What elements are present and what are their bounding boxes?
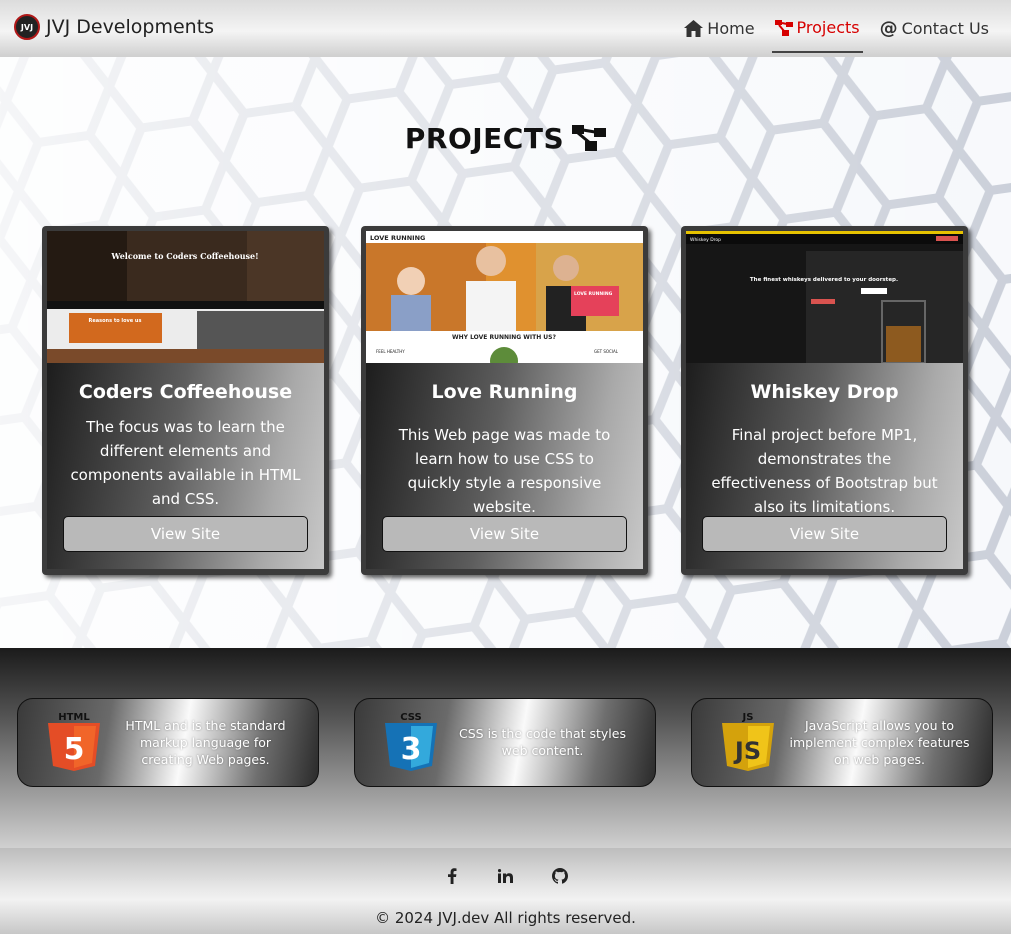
svg-text:WHY LOVE RUNNING WITH US?: WHY LOVE RUNNING WITH US? xyxy=(452,334,557,341)
card-body: Whiskey Drop Final project before MP1, d… xyxy=(686,363,963,569)
footer: © 2024 JVJ.dev All rights reserved. xyxy=(0,848,1011,934)
page-title-text: PROJECTS xyxy=(404,121,565,155)
svg-text:GET SOCIAL: GET SOCIAL xyxy=(594,349,619,354)
card-description: This Web page was made to learn how to u… xyxy=(398,426,611,516)
sitemap-icon xyxy=(572,125,607,151)
brand[interactable]: JVJ JVJ Developments xyxy=(14,14,214,40)
javascript-icon: JS JS xyxy=(722,712,774,771)
tech-description: HTML and is the standard markup language… xyxy=(125,718,286,767)
view-site-button[interactable]: View Site xyxy=(63,516,308,552)
html5-icon: HTML 5 xyxy=(48,712,100,771)
home-icon xyxy=(684,20,704,37)
at-icon: @ xyxy=(879,18,898,39)
tech-description: JavaScript allows you to implement compl… xyxy=(789,718,970,767)
nav-projects[interactable]: Projects xyxy=(771,5,863,53)
nav-menu: Home Projects @ Contact Us xyxy=(667,0,992,57)
card-description: The focus was to learn the different ele… xyxy=(70,418,301,508)
page-title: PROJECTS xyxy=(0,120,1011,156)
svg-text:5: 5 xyxy=(64,732,85,767)
tech-card-css: CSS 3 CSS is the code that styles web co… xyxy=(354,698,656,787)
svg-text:3: 3 xyxy=(401,732,422,767)
card-description: Final project before MP1, demonstrates t… xyxy=(711,426,938,516)
nav-home-label: Home xyxy=(707,19,755,38)
card-title: Love Running xyxy=(431,381,578,403)
brand-name[interactable]: JVJ Developments xyxy=(46,16,214,38)
technologies-section: HTML 5 HTML and is the standard markup l… xyxy=(0,648,1011,848)
whiskey-drop-preview: Whiskey Drop The finest whiskeys deliver… xyxy=(686,231,963,363)
coffeehouse-preview: Welcome to Coders Coffeehouse! Reasons t… xyxy=(47,231,324,363)
svg-text:Reasons to love us: Reasons to love us xyxy=(89,318,142,324)
project-card-whiskey-drop: Whiskey Drop The finest whiskeys deliver… xyxy=(681,226,968,575)
tech-card-html: HTML 5 HTML and is the standard markup l… xyxy=(17,698,319,787)
nav-home[interactable]: Home xyxy=(681,9,757,49)
svg-text:The finest whiskeys delivered: The finest whiskeys delivered to your do… xyxy=(750,277,898,283)
nav-contact-label: Contact Us xyxy=(901,19,989,38)
nav-projects-label: Projects xyxy=(796,18,860,37)
tech-description: CSS is the code that styles web content. xyxy=(459,726,626,758)
svg-text:FEEL HEALTHY: FEEL HEALTHY xyxy=(376,349,405,354)
navbar: JVJ JVJ Developments Home Projects @ Con… xyxy=(0,0,1011,57)
nav-contact[interactable]: @ Contact Us xyxy=(877,9,992,49)
sitemap-icon xyxy=(774,19,793,36)
social-links xyxy=(0,865,1011,887)
facebook-icon xyxy=(447,868,456,884)
card-title: Whiskey Drop xyxy=(750,381,899,403)
svg-text:CSS: CSS xyxy=(400,712,421,723)
svg-text:LOVE RUNNING: LOVE RUNNING xyxy=(370,234,425,242)
project-card-coders-coffeehouse: Welcome to Coders Coffeehouse! Reasons t… xyxy=(42,226,329,575)
brand-logo[interactable]: JVJ xyxy=(14,14,40,40)
github-icon xyxy=(551,868,568,884)
project-card-love-running: LOVE RUNNING LOVE RUNNING WHY LOVE RUNNI… xyxy=(361,226,648,575)
linkedin-link[interactable] xyxy=(495,865,517,887)
project-screenshot[interactable]: Whiskey Drop The finest whiskeys deliver… xyxy=(686,231,963,363)
view-site-button[interactable]: View Site xyxy=(382,516,627,552)
projects-section: PROJECTS Welcome to Coders Coffeehouse! … xyxy=(0,57,1011,648)
tech-card-js: JS JS JavaScript allows you to implement… xyxy=(691,698,993,787)
card-body: Coders Coffeehouse The focus was to lear… xyxy=(47,363,324,569)
svg-text:Whiskey Drop: Whiskey Drop xyxy=(690,237,721,243)
linkedin-icon xyxy=(498,869,513,883)
project-screenshot[interactable]: Welcome to Coders Coffeehouse! Reasons t… xyxy=(47,231,324,363)
view-site-button[interactable]: View Site xyxy=(702,516,947,552)
copyright: © 2024 JVJ.dev All rights reserved. xyxy=(375,909,636,927)
card-body: Love Running This Web page was made to l… xyxy=(366,363,643,569)
love-running-preview: LOVE RUNNING LOVE RUNNING WHY LOVE RUNNI… xyxy=(366,231,643,363)
svg-text:JS: JS xyxy=(742,712,754,723)
svg-text:JS: JS xyxy=(733,737,761,765)
svg-text:Welcome to Coders Coffeehouse!: Welcome to Coders Coffeehouse! xyxy=(110,251,258,261)
css3-icon: CSS 3 xyxy=(385,712,437,771)
svg-text:HTML: HTML xyxy=(58,712,90,723)
project-screenshot[interactable]: LOVE RUNNING LOVE RUNNING WHY LOVE RUNNI… xyxy=(366,231,643,363)
github-link[interactable] xyxy=(549,865,571,887)
card-title: Coders Coffeehouse xyxy=(78,381,293,403)
svg-text:LOVE RUNNING: LOVE RUNNING xyxy=(574,291,613,297)
facebook-link[interactable] xyxy=(441,865,463,887)
